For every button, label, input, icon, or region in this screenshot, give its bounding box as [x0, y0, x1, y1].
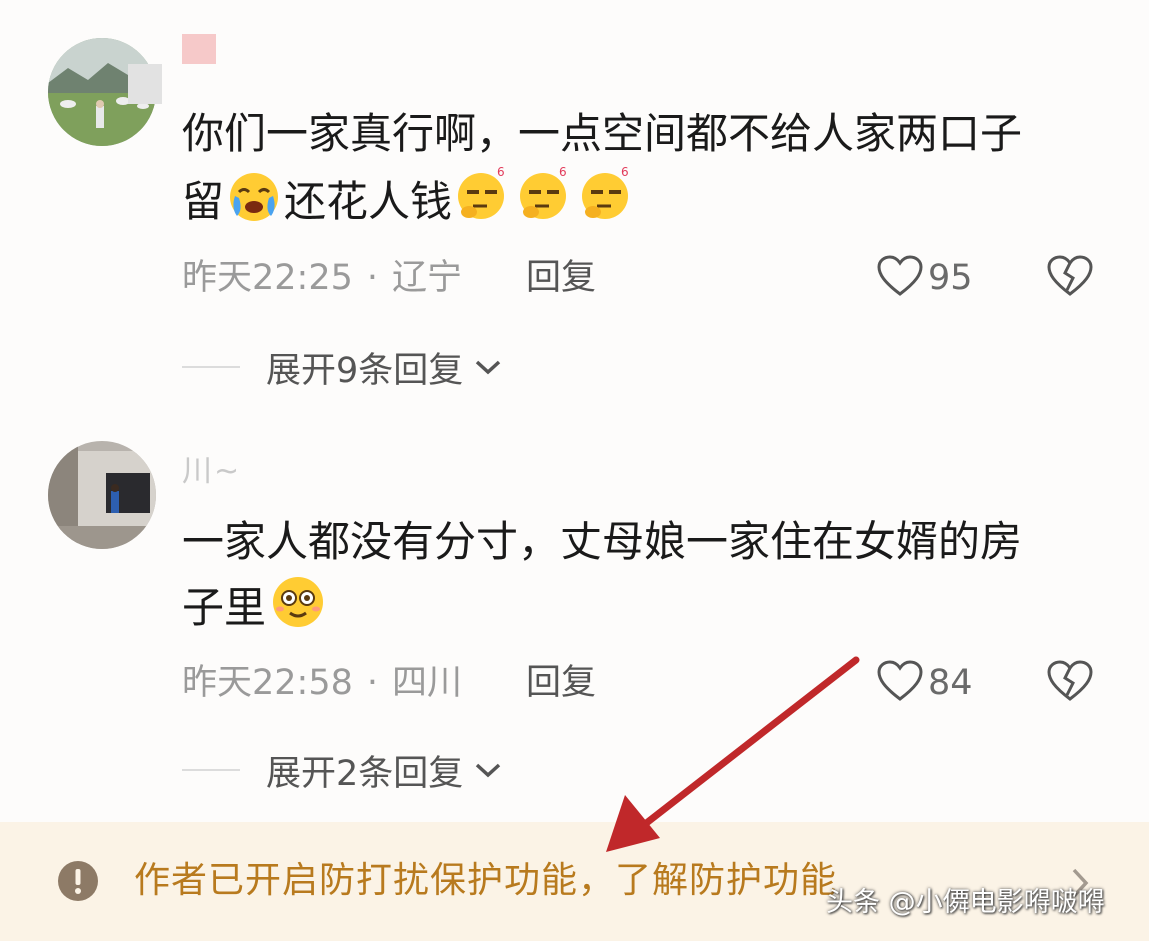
watermark: 头条 @小僲电影嘚啵嘚	[826, 887, 1105, 918]
expand-replies[interactable]: 展开9条回复	[182, 342, 503, 392]
meta-separator: ·	[366, 663, 379, 703]
comment-text-line: 你们一家真行啊，一点空间都不给人家两口子	[182, 109, 1023, 158]
svg-text:6: 6	[497, 166, 505, 179]
comment-text-segment: 子里	[182, 583, 267, 632]
meta-separator: ·	[366, 258, 379, 298]
eye-roll-emoji: 6	[453, 165, 513, 240]
expand-replies-label: 展开9条回复	[266, 350, 464, 391]
eye-roll-emoji: 6	[577, 165, 637, 240]
like-count: 84	[928, 663, 973, 703]
reply-button[interactable]: 回复	[526, 254, 596, 302]
warning-icon	[56, 859, 100, 907]
like-button[interactable]: 95	[876, 254, 973, 302]
comment-text: 一家人都没有分寸，丈母娘一家住在女婿的房 子里	[182, 510, 1092, 646]
svg-text:6: 6	[621, 166, 629, 179]
broken-heart-icon	[1046, 254, 1094, 302]
username[interactable]: 川~	[182, 446, 241, 490]
comment-text-line: 子里	[182, 574, 1092, 646]
expand-replies[interactable]: 展开2条回复	[182, 745, 503, 795]
username[interactable]	[182, 30, 216, 65]
like-count: 95	[928, 258, 973, 298]
comment-meta: 昨天22:25 · 辽宁	[182, 254, 462, 302]
broken-heart-icon	[1046, 659, 1094, 707]
smile-emoji	[267, 574, 329, 646]
notice-text: 作者已开启防打扰保护功能，了解防护功能	[134, 860, 838, 901]
dislike-button[interactable]	[1046, 659, 1094, 707]
chevron-down-icon	[473, 357, 503, 377]
divider-line	[182, 769, 240, 771]
heart-icon	[876, 659, 924, 707]
heart-icon	[876, 254, 924, 302]
blurred-badge	[128, 64, 162, 104]
comment-text-line: 一家人都没有分寸，丈母娘一家住在女婿的房	[182, 517, 1023, 566]
chevron-down-icon	[473, 760, 503, 780]
comment-text-line: 留 还花人钱 6 6 6	[182, 165, 1092, 240]
location: 四川	[392, 663, 463, 703]
expand-replies-label: 展开2条回复	[266, 753, 464, 794]
timestamp: 昨天22:25	[182, 258, 353, 298]
like-button[interactable]: 84	[876, 659, 973, 707]
divider-line	[182, 366, 240, 368]
avatar[interactable]	[48, 441, 156, 549]
crying-emoji	[225, 170, 283, 240]
comment-text-segment: 还花人钱	[284, 177, 453, 226]
comment-text: 你们一家真行啊，一点空间都不给人家两口子 留 还花人钱 6 6 6	[182, 102, 1092, 240]
comment-meta: 昨天22:58 · 四川	[182, 659, 462, 707]
timestamp: 昨天22:58	[182, 663, 353, 703]
dislike-button[interactable]	[1046, 254, 1094, 302]
svg-text:6: 6	[559, 166, 567, 179]
location: 辽宁	[392, 258, 463, 298]
eye-roll-emoji: 6	[515, 165, 575, 240]
comment-text-segment: 留	[182, 177, 225, 226]
reply-button[interactable]: 回复	[526, 659, 596, 707]
